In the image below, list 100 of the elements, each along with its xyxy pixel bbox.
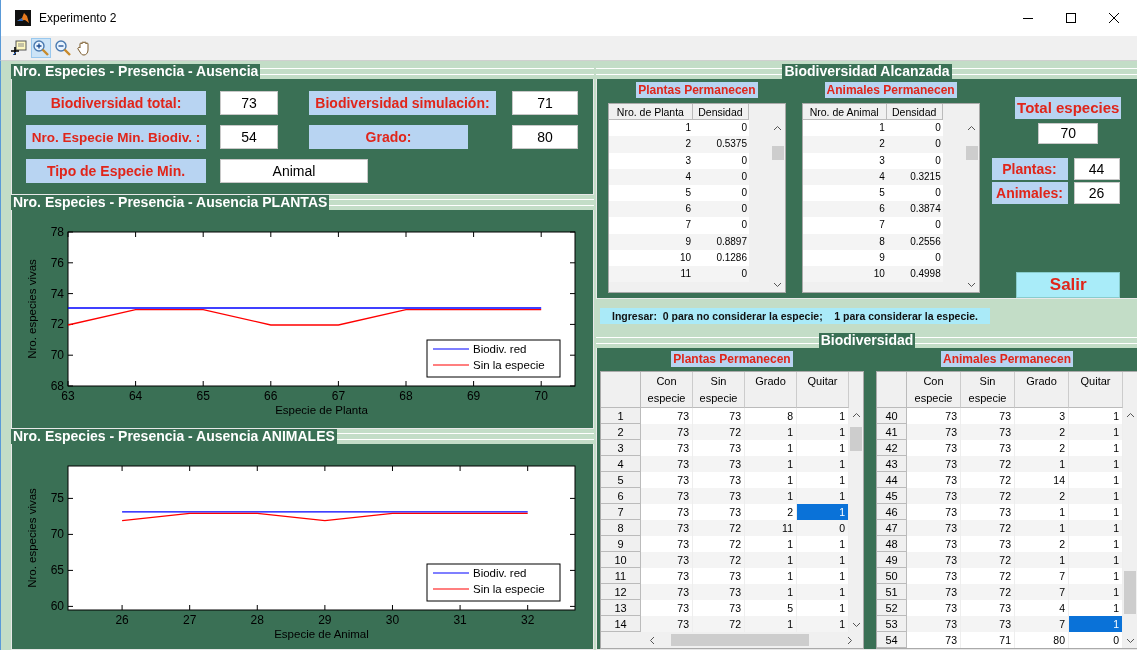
table-cell[interactable]: 1	[797, 616, 849, 632]
row-header[interactable]: 5	[601, 472, 641, 488]
table-cell[interactable]: 1	[797, 600, 849, 616]
row-header[interactable]: 13	[601, 600, 641, 616]
table-cell: 73	[641, 520, 693, 536]
scrollbar-thumb[interactable]	[850, 426, 862, 451]
column-header[interactable]: Sin especie	[693, 372, 745, 408]
chevron-up-icon[interactable]	[1125, 412, 1135, 418]
table-cell[interactable]: 1	[797, 488, 849, 504]
table-cell[interactable]: 1	[1069, 536, 1123, 552]
table-cell[interactable]: 1	[797, 440, 849, 456]
row-header[interactable]: 8	[601, 520, 641, 536]
table-cell: 4	[1015, 600, 1069, 616]
row-header[interactable]: 41	[877, 424, 907, 440]
row-header[interactable]: 14	[601, 616, 641, 632]
table-cell[interactable]: 1	[797, 536, 849, 552]
row-header[interactable]: 12	[601, 584, 641, 600]
table-cell[interactable]: 1	[797, 456, 849, 472]
chevron-down-icon[interactable]	[851, 622, 861, 628]
table-cell[interactable]: 1	[1069, 472, 1123, 488]
column-header[interactable]: Sin especie	[961, 372, 1015, 408]
table-cell[interactable]: 1	[797, 568, 849, 584]
chevron-down-icon[interactable]	[773, 282, 783, 288]
row-header[interactable]: 51	[877, 584, 907, 600]
column-header[interactable]: Con especie	[907, 372, 961, 408]
row-header[interactable]: 49	[877, 552, 907, 568]
row-header[interactable]: 7	[601, 504, 641, 520]
row-header[interactable]: 48	[877, 536, 907, 552]
maximize-icon[interactable]	[1066, 13, 1076, 23]
zoom-out-button[interactable]	[53, 38, 73, 58]
row-header[interactable]: 3	[601, 440, 641, 456]
row-header[interactable]: 44	[877, 472, 907, 488]
close-icon[interactable]	[1109, 13, 1119, 23]
row-header[interactable]: 46	[877, 504, 907, 520]
tick-label: 28	[250, 613, 264, 627]
row-header[interactable]: 11	[601, 568, 641, 584]
column-header[interactable]: Nro. de Planta	[609, 104, 693, 121]
table-cell[interactable]: 1	[1069, 488, 1123, 504]
table-cell: 73	[907, 616, 961, 632]
row-header[interactable]: 6	[601, 488, 641, 504]
column-header[interactable]: Nro. de Animal	[802, 104, 887, 121]
table-cell: 1	[745, 440, 797, 456]
chevron-up-icon[interactable]	[967, 125, 976, 131]
scrollbar-thumb[interactable]	[771, 145, 784, 161]
chevron-left-icon[interactable]	[649, 635, 655, 645]
row-header[interactable]: 40	[877, 408, 907, 424]
table-cell[interactable]: 1	[797, 504, 849, 520]
table-cell[interactable]: 1	[797, 472, 849, 488]
column-header[interactable]: Con especie	[641, 372, 693, 408]
row-header[interactable]: 45	[877, 488, 907, 504]
column-header[interactable]: Densidad	[692, 104, 749, 121]
row-header[interactable]: 53	[877, 616, 907, 632]
table-cell[interactable]: 1	[1069, 600, 1123, 616]
column-header[interactable]: Quitar	[1069, 372, 1123, 408]
row-header[interactable]: 1	[601, 408, 641, 424]
table-cell[interactable]: 1	[797, 424, 849, 440]
table-cell[interactable]: 1	[1069, 568, 1123, 584]
row-header[interactable]: 4	[601, 456, 641, 472]
table-cell[interactable]: 1	[1069, 424, 1123, 440]
column-header[interactable]: Densidad	[886, 104, 943, 121]
exit-button[interactable]: Salir	[1016, 271, 1121, 298]
row-header[interactable]: 52	[877, 600, 907, 616]
column-header[interactable]: Grado	[1015, 372, 1069, 408]
table-cell[interactable]: 1	[1069, 552, 1123, 568]
row-header[interactable]: 43	[877, 456, 907, 472]
table-cell[interactable]: 1	[1069, 504, 1123, 520]
table-cell[interactable]: 1	[1069, 408, 1123, 424]
row-header[interactable]: 2	[601, 424, 641, 440]
chevron-up-icon[interactable]	[773, 125, 783, 131]
column-header[interactable]: Quitar	[797, 372, 849, 408]
row-header[interactable]: 10	[601, 552, 641, 568]
table-cell[interactable]: 1	[1069, 616, 1123, 632]
row-header[interactable]: 9	[601, 536, 641, 552]
legend-label: Sin la especie	[473, 583, 545, 595]
chevron-up-icon[interactable]	[851, 412, 861, 418]
table-cell[interactable]: 1	[797, 408, 849, 424]
table-cell[interactable]: 1	[1069, 520, 1123, 536]
row-header[interactable]: 47	[877, 520, 907, 536]
row-header[interactable]: 42	[877, 440, 907, 456]
scrollbar-thumb[interactable]	[965, 145, 978, 161]
column-header[interactable]: Grado	[745, 372, 797, 408]
data-cursor-button[interactable]	[9, 38, 29, 58]
table-cell: 73	[641, 600, 693, 616]
scrollbar-thumb[interactable]	[671, 634, 809, 646]
table-cell[interactable]: 1	[1069, 440, 1123, 456]
table-cell[interactable]: 1	[797, 584, 849, 600]
chevron-down-icon[interactable]	[967, 282, 976, 288]
table-cell[interactable]: 0	[797, 520, 849, 536]
table-cell[interactable]: 1	[1069, 456, 1123, 472]
row-header[interactable]: 54	[877, 632, 907, 648]
table-cell[interactable]: 1	[797, 552, 849, 568]
row-header[interactable]: 50	[877, 568, 907, 584]
chevron-down-icon[interactable]	[1125, 638, 1135, 644]
scrollbar-thumb[interactable]	[1124, 570, 1136, 614]
table-cell[interactable]: 1	[1069, 584, 1123, 600]
table-cell: 7	[802, 217, 887, 234]
table-cell[interactable]: 0	[1069, 632, 1123, 648]
tick-label: 65	[196, 389, 210, 403]
zoom-in-button[interactable]	[31, 38, 51, 58]
chevron-right-icon[interactable]	[847, 635, 853, 645]
